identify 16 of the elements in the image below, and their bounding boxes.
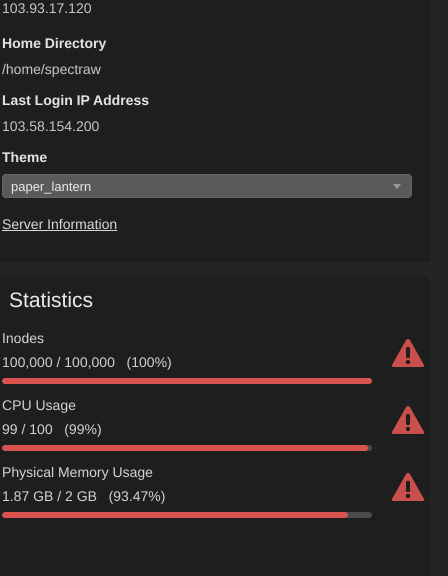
stat-reading: 100,000 / 100,000 (100%) <box>2 353 173 371</box>
field-value: /home/spectraw <box>2 60 102 78</box>
caret-icon <box>393 184 401 188</box>
stat-label: CPU Usage <box>2 396 77 414</box>
stat-label: Inodes <box>2 329 46 347</box>
theme-dropdown[interactable]: paper_lantern <box>2 174 412 198</box>
field-value: 103.58.154.200 <box>2 117 100 135</box>
stat-reading: 1.87 GB / 2 GB (93.47%) <box>2 487 166 505</box>
stat-label: Physical Memory Usage <box>2 463 154 481</box>
statistics-heading: Statistics <box>8 289 94 313</box>
server-information-link[interactable]: Server Information <box>2 216 118 232</box>
field-value: 103.93.17.120 <box>2 0 93 17</box>
field-label: Last Login IP Address <box>2 92 150 109</box>
field-label: Theme <box>2 149 48 166</box>
stat-reading: 99 / 100 (99%) <box>2 420 103 438</box>
field-label: Home Directory <box>2 35 108 52</box>
